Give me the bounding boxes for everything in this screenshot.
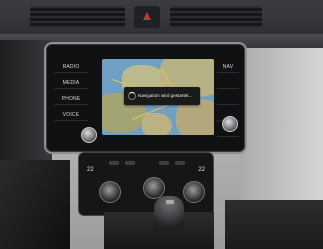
temperature-dial-right[interactable]: [183, 181, 205, 203]
radio-button[interactable]: RADIO: [54, 62, 88, 73]
media-button[interactable]: MEDIA: [54, 78, 88, 89]
infotainment-head-unit: RADIO MEDIA PHONE VOICE Navigation wird …: [44, 42, 247, 154]
driver-seat: [0, 160, 70, 249]
climate-button[interactable]: [109, 161, 119, 165]
navigation-loading-toast: Navigation wird gestartet...: [124, 87, 200, 105]
gear-shifter-logo: [166, 200, 174, 204]
car-interior-photo: RADIO MEDIA PHONE VOICE Navigation wird …: [0, 0, 323, 249]
navigation-screen[interactable]: Navigation wird gestartet...: [102, 59, 214, 135]
climate-button[interactable]: [175, 161, 185, 165]
tune-knob[interactable]: [222, 116, 238, 132]
side-button[interactable]: [217, 78, 239, 89]
hazard-button[interactable]: [134, 6, 160, 28]
temperature-left: 22: [87, 167, 94, 173]
toast-message: Navigation wird gestartet...: [138, 93, 193, 98]
climate-button[interactable]: [125, 161, 135, 165]
side-button[interactable]: [217, 94, 239, 105]
climate-button[interactable]: [159, 161, 169, 165]
phone-button[interactable]: PHONE: [54, 94, 88, 105]
loading-spinner-icon: [128, 92, 136, 100]
map-land: [142, 113, 172, 135]
temperature-dial-left[interactable]: [99, 181, 121, 203]
hardware-buttons-left: RADIO MEDIA PHONE VOICE: [54, 62, 88, 126]
air-vent-left: [30, 6, 125, 28]
nav-button[interactable]: NAV: [217, 62, 239, 73]
volume-knob[interactable]: [81, 127, 97, 143]
temperature-right: 22: [198, 167, 205, 173]
passenger-footwell: [225, 200, 323, 249]
air-vent-right: [170, 6, 262, 28]
climate-control-panel: 22 22: [78, 152, 214, 216]
voice-button[interactable]: VOICE: [54, 110, 88, 121]
